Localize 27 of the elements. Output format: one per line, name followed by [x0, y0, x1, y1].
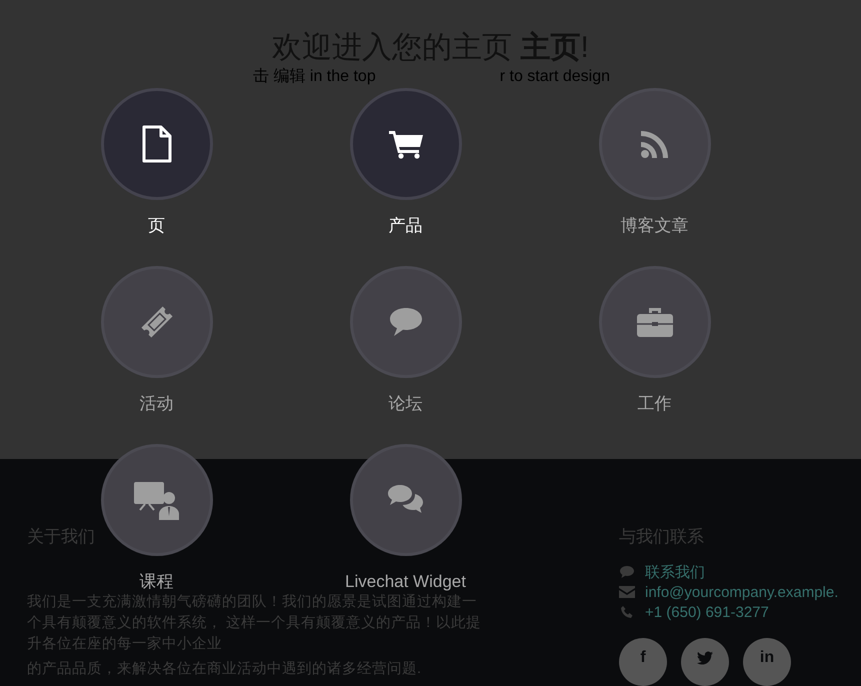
new-content-label: 页 [148, 216, 165, 236]
presentation-icon [132, 480, 180, 520]
new-content-label: 活动 [140, 394, 174, 414]
twitter-button[interactable] [681, 638, 729, 686]
new-content-label: Livechat Widget [345, 572, 466, 592]
facebook-button[interactable]: f [619, 638, 667, 686]
contact-link[interactable]: 联系我们 [645, 562, 705, 582]
new-content-label: 论坛 [388, 394, 422, 414]
rss-icon [640, 129, 670, 159]
linkedin-button[interactable]: in [743, 638, 791, 686]
cart-icon [388, 129, 422, 159]
new-content-label: 课程 [140, 572, 174, 592]
linkedin-icon: in [760, 650, 774, 666]
new-content-label: 工作 [638, 394, 672, 414]
speech-bubble-icon [388, 306, 424, 338]
briefcase-icon [636, 306, 674, 338]
facebook-icon: f [640, 650, 646, 666]
mail-icon [619, 586, 635, 598]
contact-link[interactable]: info@yourcompany.example. [645, 584, 838, 600]
chat-icon [619, 565, 635, 579]
document-icon [142, 125, 172, 163]
ticket-icon [138, 304, 174, 340]
new-content-label: 博客文章 [620, 216, 688, 236]
new-content-label: 产品 [388, 216, 422, 236]
contact-link[interactable]: +1 (650) 691-3277 [645, 604, 769, 620]
phone-icon [619, 605, 635, 619]
bird-icon [697, 650, 713, 666]
